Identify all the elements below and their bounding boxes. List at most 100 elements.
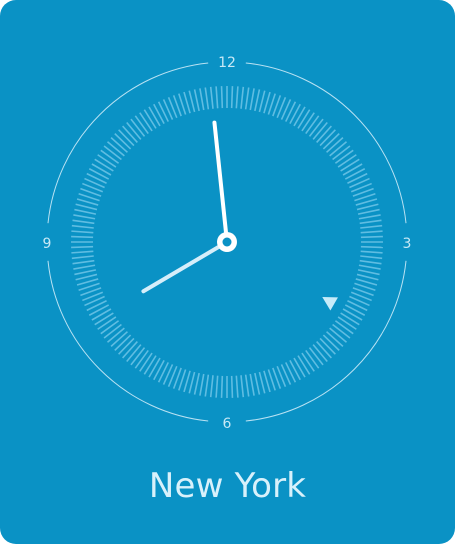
tick-mark	[357, 269, 380, 276]
tick-mark	[204, 87, 210, 110]
tick-mark	[285, 101, 297, 122]
tick-mark	[110, 331, 128, 347]
tick-mark	[122, 125, 138, 143]
tick-mark	[240, 375, 245, 398]
tick-mark	[297, 355, 311, 375]
tick-mark	[326, 331, 344, 347]
tick-mark	[134, 349, 149, 369]
tick-mark	[139, 112, 153, 132]
tick-mark	[130, 118, 146, 137]
tick-mark	[143, 355, 157, 375]
tick-mark	[94, 158, 114, 172]
tick-mark	[188, 90, 196, 113]
tick-mark	[122, 341, 138, 359]
tick-mark	[319, 337, 336, 355]
tick-mark	[249, 88, 255, 111]
tick-mark	[209, 86, 214, 109]
tick-mark	[220, 86, 224, 109]
tick-mark	[103, 145, 122, 161]
tick-mark	[316, 125, 332, 143]
city-name: New York	[148, 466, 307, 506]
outer-ring-arc	[47, 62, 209, 224]
tick-mark	[359, 259, 382, 265]
tick-mark	[71, 230, 94, 234]
tick-mark	[73, 264, 96, 270]
hour-hand	[141, 240, 229, 294]
tick-mark	[312, 121, 328, 140]
tick-mark	[148, 106, 161, 127]
tick-mark	[74, 208, 97, 215]
tick-mark	[114, 334, 132, 351]
tick-mark	[118, 337, 135, 355]
clock-face: 12 3 6 9	[0, 0, 455, 455]
tick-mark	[319, 129, 336, 147]
tick-mark	[358, 264, 381, 270]
tick-mark	[308, 118, 324, 137]
tick-mark	[359, 219, 382, 225]
tick-mark	[340, 312, 360, 326]
outer-ring-arc	[47, 260, 209, 422]
tick-mark	[358, 214, 381, 220]
tick-mark	[157, 101, 169, 122]
tick-mark	[75, 203, 98, 211]
tick-mark	[126, 344, 142, 363]
tick-mark	[157, 362, 169, 383]
tick-mark	[332, 323, 351, 339]
tick-mark	[220, 375, 224, 398]
tick-mark	[340, 158, 360, 172]
outer-ring-arc	[245, 260, 407, 422]
tick-mark	[289, 359, 301, 381]
minute-hand	[212, 120, 229, 244]
outer-ring-arc	[245, 62, 407, 224]
tick-mark	[360, 235, 383, 239]
tick-mark	[357, 208, 380, 215]
tick-mark	[130, 347, 146, 366]
tick-mark	[71, 235, 94, 239]
tick-mark	[71, 245, 94, 249]
tick-mark	[244, 374, 250, 397]
tick-mark	[73, 214, 96, 220]
tick-mark	[334, 149, 354, 164]
tick-mark	[139, 352, 153, 372]
tick-mark	[153, 359, 165, 381]
tick-mark	[244, 87, 250, 110]
tick-mark	[97, 316, 117, 330]
tick-mark	[199, 373, 205, 396]
tick-mark	[204, 374, 210, 397]
tick-mark	[360, 230, 383, 234]
tick-mark	[91, 308, 112, 321]
tick-mark	[329, 141, 348, 157]
tick-mark	[106, 141, 125, 157]
tick-mark	[74, 269, 97, 276]
tick-mark	[235, 375, 239, 398]
tick-mark	[230, 375, 234, 398]
tick-mark	[332, 145, 351, 161]
tick-mark	[308, 347, 324, 366]
tick-mark	[106, 327, 125, 343]
tick-mark	[285, 362, 297, 383]
clock-widget[interactable]: 12 3 6 9 New York	[0, 0, 455, 544]
tick-mark	[110, 137, 128, 153]
tick-mark	[249, 373, 255, 396]
tick-mark	[215, 86, 219, 109]
tick-mark	[360, 245, 383, 249]
tick-mark	[199, 88, 205, 111]
numeral-3: 3	[403, 236, 412, 252]
tick-mark	[326, 137, 344, 153]
alarm-marker-icon	[322, 297, 338, 311]
tick-mark	[322, 133, 340, 150]
tick-mark	[356, 273, 379, 281]
tick-mark	[305, 115, 320, 135]
tick-mark	[97, 154, 117, 168]
tick-mark	[347, 172, 368, 184]
tick-mark	[240, 86, 245, 109]
tick-mark	[235, 86, 239, 109]
tick-mark	[72, 259, 95, 265]
tick-mark	[254, 372, 261, 395]
tick-mark	[258, 90, 266, 113]
tick-mark	[312, 344, 328, 363]
tick-mark	[342, 308, 363, 321]
tick-mark	[103, 323, 122, 339]
tick-mark	[134, 115, 149, 135]
tick-mark	[126, 121, 142, 140]
